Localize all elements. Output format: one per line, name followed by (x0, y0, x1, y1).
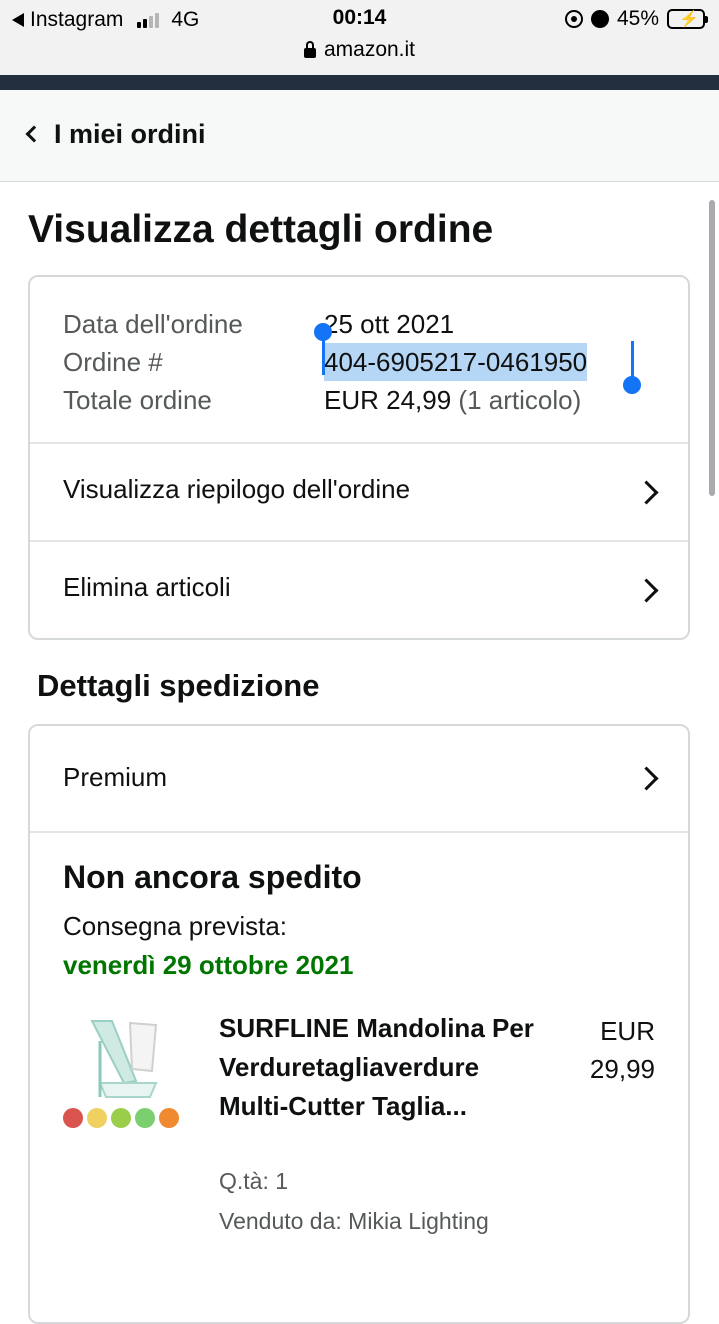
page-scrollbar[interactable] (709, 200, 715, 496)
chevron-right-icon (634, 766, 659, 791)
expected-delivery-date: venerdì 29 ottobre 2021 (63, 950, 354, 980)
view-order-summary-label: Visualizza riepilogo dell'ordine (63, 474, 411, 504)
shipment-status: Non ancora spedito (63, 859, 362, 895)
battery-icon: ⚡ (667, 9, 708, 29)
selection-end-caret (631, 341, 634, 377)
order-total-amount: EUR 24,99 (324, 385, 452, 415)
order-number-value[interactable]: 404-6905217-0461950 (324, 343, 588, 381)
shipping-method-link[interactable]: Premium (30, 726, 688, 833)
selection-start-caret (322, 339, 325, 375)
amazon-nav-strip (0, 75, 719, 90)
url-text: amazon.it (323, 38, 416, 61)
shipping-section-title: Dettagli spedizione (37, 668, 320, 703)
order-total-value: EUR 24,99 (1 articolo) (324, 381, 581, 419)
shipping-method-label: Premium (63, 762, 168, 792)
order-total-items: (1 articolo) (458, 385, 582, 415)
status-bar: Instagram 4G 00:14 amazon.it 45% ⚡ (0, 0, 719, 75)
order-number-label: Ordine # (63, 347, 163, 377)
chevron-right-icon (634, 480, 659, 505)
orders-header: I miei ordini (0, 90, 719, 182)
delete-items-link[interactable]: Elimina articoli (30, 540, 688, 638)
order-total-label: Totale ordine (63, 385, 212, 415)
product-image[interactable] (60, 1011, 190, 1141)
order-date-value: 25 ott 2021 (324, 309, 455, 339)
status-right: 45% ⚡ (564, 7, 708, 31)
page-title: Visualizza dettagli ordine (28, 208, 494, 251)
expected-delivery-label: Consegna prevista: (63, 911, 288, 941)
shipment-card: Premium Non ancora spedito Consegna prev… (28, 724, 690, 1324)
product-seller: Venduto da: Mikia Lighting (219, 1208, 489, 1234)
chevron-right-icon (634, 578, 659, 603)
delete-items-label: Elimina articoli (63, 572, 231, 602)
order-summary-card: Data dell'ordine 25 ott 2021 Ordine # 40… (28, 275, 690, 640)
order-date-label: Data dell'ordine (63, 309, 243, 339)
orientation-lock-icon (564, 10, 583, 28)
selection-end-handle[interactable] (623, 376, 641, 394)
product-price: EUR 29,99 (589, 1016, 655, 1084)
battery-percent: 45% (616, 7, 659, 30)
my-orders-link[interactable]: I miei ordini (54, 119, 206, 150)
chevron-left-icon[interactable] (25, 125, 43, 143)
view-order-summary-link[interactable]: Visualizza riepilogo dell'ordine (30, 442, 688, 541)
alarm-icon (590, 10, 609, 28)
product-title-link[interactable]: SURFLINE Mandolina Per Verduretagliaverd… (219, 1009, 549, 1126)
lock-icon (303, 41, 316, 58)
address-bar[interactable]: amazon.it (0, 38, 719, 62)
product-quantity: Q.tà: 1 (219, 1168, 289, 1194)
